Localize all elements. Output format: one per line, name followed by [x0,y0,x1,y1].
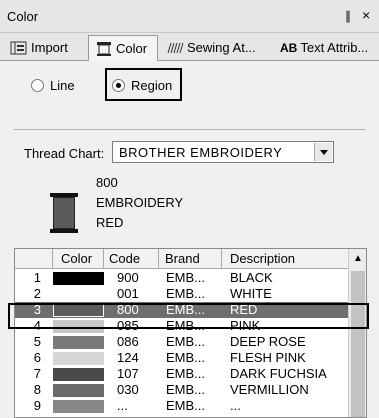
close-icon[interactable]: × [362,7,370,23]
scrollbar[interactable]: ▲ [348,249,366,417]
import-icon [10,40,28,56]
table-row[interactable]: 2 001 EMB... WHITE [15,286,348,302]
table-row[interactable]: 1 900 EMB... BLACK [15,270,348,286]
line-radio[interactable]: Line [31,75,75,95]
header-code[interactable]: Code [104,249,159,269]
row-number: 9 [33,398,41,413]
row-code: 900 [117,270,139,285]
row-number: 2 [33,286,41,301]
row-description: ... [230,398,241,413]
thread-chart-select[interactable]: BROTHER EMBROIDERY [112,141,334,163]
table-row[interactable]: 5 086 EMB... DEEP ROSE [15,334,348,350]
row-number: 1 [33,270,41,285]
row-brand: EMB... [166,334,206,349]
row-number: 6 [33,350,41,365]
color-swatch [53,320,104,333]
row-code: 107 [117,366,139,381]
row-number: 4 [33,318,41,333]
pin-icon[interactable]: ∥ [345,9,351,23]
row-code: 085 [117,318,139,333]
row-brand: EMB... [166,382,206,397]
tab-sewing-attributes[interactable]: Sewing At... [160,35,272,60]
row-description: PINK [230,318,261,333]
color-icon [95,41,113,57]
thread-chart-label: Thread Chart: [24,146,105,161]
region-label: Region [131,77,173,93]
row-description: RED [230,302,258,317]
row-description: DARK FUCHSIA [230,366,327,381]
row-brand: EMB... [166,318,206,333]
row-brand: EMB... [166,398,206,413]
header-description[interactable]: Description [222,249,348,269]
tab-label: Color [116,41,148,56]
text-ab-icon: AB [280,40,298,55]
window-title: Color [7,9,39,24]
table-row[interactable]: 4 085 EMB... PINK [15,318,348,334]
current-thread-info: 800 EMBROIDERY RED [96,173,183,233]
row-brand: EMB... [166,350,206,365]
table-row[interactable]: 6 124 EMB... FLESH PINK [15,350,348,366]
row-description: WHITE [230,286,272,301]
table-row[interactable]: 7 107 EMB... DARK FUCHSIA [15,366,348,382]
current-thread-name: RED [96,215,124,230]
color-swatch [53,384,104,397]
row-number: 3 [33,302,41,317]
table-row[interactable]: 9... EMB...... [15,398,348,414]
color-panel: Line Region Thread Chart: BROTHER EMBROI… [0,61,379,418]
current-color-swatch [53,197,75,229]
color-swatch [53,336,104,349]
chevron-down-icon[interactable] [314,143,332,161]
color-swatch [53,368,104,381]
thread-spool-icon [50,193,78,233]
color-swatch [53,272,104,285]
color-swatch [53,304,104,317]
current-thread-brand: EMBROIDERY [96,195,184,210]
row-brand: EMB... [166,270,206,285]
tab-label: Text Attrib... [300,40,369,55]
thread-chart-value: BROTHER EMBROIDERY [119,145,283,160]
line-label: Line [50,77,75,93]
tab-label: Import [31,40,68,55]
tab-import[interactable]: Import [4,35,88,60]
row-description: BLACK [230,270,273,285]
table-row[interactable]: 8 030 EMB... VERMILLION [15,382,348,398]
sewing-icon [166,40,184,56]
region-radio[interactable]: Region [112,75,172,95]
row-description: DEEP ROSE [230,334,306,349]
row-brand: EMB... [166,302,206,317]
row-code: 030 [117,382,139,397]
row-brand: EMB... [166,286,206,301]
row-code: 800 [117,302,139,317]
divider [14,129,366,130]
thread-table: Color Code Brand Description 1 900 EMB... B… [14,248,367,418]
table-row[interactable]: 3 800 EMB... RED [15,302,348,318]
header-color[interactable]: Color [53,249,104,269]
row-code: 124 [117,350,139,365]
color-swatch [53,352,104,365]
tab-color[interactable]: Color [88,35,158,62]
radio-indicator[interactable] [31,78,44,92]
row-description: VERMILLION [230,382,309,397]
color-swatch [53,400,104,413]
scroll-thumb[interactable] [351,271,365,417]
row-number: 5 [33,334,41,349]
tab-label: Sewing At... [187,40,256,55]
color-swatch [53,288,104,301]
tab-text-attributes[interactable]: AB Text Attrib... [274,35,379,60]
row-code: ... [117,398,128,413]
row-number: 7 [33,366,41,381]
header-brand[interactable]: Brand [159,249,222,269]
title-bar: Color ∥ × [0,0,379,33]
row-brand: EMB... [166,366,206,381]
table-header: Color Code Brand Description [15,249,348,269]
row-code: 086 [117,334,139,349]
radio-indicator[interactable] [112,78,125,92]
row-code: 001 [117,286,139,301]
tab-bar: Import Color Sewing At... AB Text Attrib… [0,33,379,62]
current-thread-code: 800 [96,175,118,190]
header-num [15,249,53,269]
row-number: 8 [33,382,41,397]
scroll-up-icon[interactable]: ▲ [349,249,366,269]
row-description: FLESH PINK [230,350,306,365]
